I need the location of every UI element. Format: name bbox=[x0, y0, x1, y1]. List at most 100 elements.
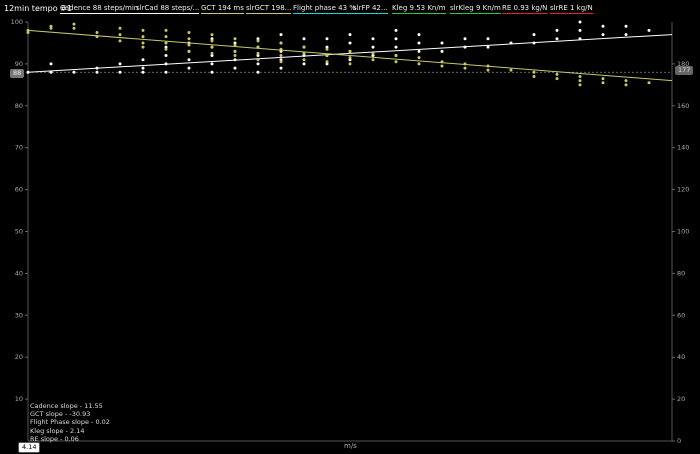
data-point-cadence bbox=[279, 66, 283, 70]
slope-line-re: RE slope - 0.06 bbox=[30, 434, 79, 443]
data-point-gct bbox=[210, 45, 214, 49]
data-point-gct bbox=[233, 43, 237, 47]
data-point-gct bbox=[624, 79, 628, 83]
data-point-cadence bbox=[417, 41, 421, 45]
x-axis-cursor-badge: 4.14 bbox=[18, 442, 41, 453]
data-point-gct bbox=[256, 58, 260, 62]
data-point-cadence bbox=[394, 28, 398, 32]
data-point-gct bbox=[279, 60, 283, 64]
data-point-gct bbox=[348, 56, 352, 60]
data-point-cadence bbox=[371, 45, 375, 49]
data-point-gct bbox=[187, 30, 191, 34]
data-point-gct bbox=[348, 62, 352, 66]
data-point-cadence bbox=[141, 58, 145, 62]
data-point-cadence bbox=[164, 54, 168, 58]
data-point-gct bbox=[164, 35, 168, 39]
data-point-cadence bbox=[164, 70, 168, 74]
data-point-gct bbox=[578, 83, 582, 87]
data-point-cadence bbox=[233, 66, 237, 70]
data-point-cadence bbox=[463, 37, 467, 41]
data-point-gct bbox=[256, 45, 260, 49]
data-point-cadence bbox=[394, 37, 398, 41]
data-point-cadence bbox=[141, 66, 145, 70]
data-point-cadence bbox=[348, 33, 352, 37]
data-point-gct bbox=[256, 39, 260, 43]
data-point-cadence bbox=[210, 70, 214, 74]
data-point-gct bbox=[486, 64, 490, 68]
data-point-gct bbox=[141, 35, 145, 39]
data-point-cadence bbox=[486, 45, 490, 49]
slope-line-flight-phase: Flight Phase slope - 0.02 bbox=[30, 418, 110, 427]
data-point-cadence bbox=[256, 62, 260, 66]
data-point-gct bbox=[555, 77, 559, 81]
right-tick-label: 120 bbox=[677, 186, 689, 194]
data-point-gct bbox=[72, 22, 76, 26]
slope-line-kleg: Kleg slope - 2.14 bbox=[30, 426, 85, 435]
data-point-gct bbox=[371, 51, 375, 55]
data-point-cadence bbox=[417, 33, 421, 37]
data-point-cadence bbox=[555, 28, 559, 32]
right-tick-label: 100 bbox=[677, 228, 689, 236]
data-point-gct bbox=[394, 54, 398, 58]
right-axis-cursor-badge: 177 bbox=[675, 66, 694, 75]
data-point-gct bbox=[647, 81, 651, 85]
data-point-gct bbox=[187, 49, 191, 53]
data-point-cadence bbox=[26, 70, 30, 74]
data-point-gct bbox=[233, 49, 237, 53]
data-point-cadence bbox=[233, 58, 237, 62]
data-point-cadence bbox=[509, 41, 513, 45]
data-point-gct bbox=[187, 37, 191, 41]
data-point-cadence bbox=[440, 49, 444, 53]
data-point-gct bbox=[233, 37, 237, 41]
left-axis-cursor-badge: 88 bbox=[10, 69, 25, 78]
data-point-gct bbox=[210, 51, 214, 55]
data-point-gct bbox=[118, 26, 122, 30]
data-point-gct bbox=[72, 26, 76, 30]
data-point-gct bbox=[210, 39, 214, 43]
data-point-gct bbox=[141, 28, 145, 32]
data-point-cadence bbox=[210, 62, 214, 66]
left-tick-label: 50 bbox=[15, 228, 23, 236]
data-point-gct bbox=[417, 62, 421, 66]
data-point-gct bbox=[325, 54, 329, 58]
slope-line-gct: GCT slope - -30.93 bbox=[30, 410, 91, 419]
data-point-gct bbox=[532, 70, 536, 74]
left-tick-label: 100 bbox=[11, 18, 23, 26]
chart-svg[interactable]: 10 20 30 40 50 60 70 80 90 100 0 20 40 60 80 100 120 140 1… bbox=[0, 0, 700, 454]
left-tick-label: 10 bbox=[15, 395, 23, 403]
data-point-gct bbox=[601, 81, 605, 85]
left-tick-label: 30 bbox=[15, 311, 23, 319]
right-tick-label: 40 bbox=[677, 353, 685, 361]
data-point-cadence bbox=[325, 37, 329, 41]
right-tick-label: 60 bbox=[677, 311, 685, 319]
slope-line-cadence: Cadence slope - 11.55 bbox=[30, 402, 103, 410]
data-point-cadence bbox=[95, 70, 99, 74]
data-point-cadence bbox=[95, 66, 99, 70]
right-tick-label: 20 bbox=[677, 395, 685, 403]
data-point-cadence bbox=[118, 70, 122, 74]
data-point-gct bbox=[118, 33, 122, 37]
left-tick-label: 90 bbox=[15, 60, 23, 68]
left-tick-label: 20 bbox=[15, 353, 23, 361]
right-tick-label: 140 bbox=[677, 144, 689, 152]
data-point-gct bbox=[624, 83, 628, 87]
data-point-cadence bbox=[279, 33, 283, 37]
data-point-cadence bbox=[578, 28, 582, 32]
data-point-gct bbox=[49, 26, 53, 30]
data-point-gct bbox=[302, 51, 306, 55]
data-point-gct bbox=[141, 41, 145, 45]
data-point-gct bbox=[95, 35, 99, 39]
data-point-cadence bbox=[302, 62, 306, 66]
data-point-cadence bbox=[532, 33, 536, 37]
data-point-gct bbox=[26, 28, 30, 32]
data-point-cadence bbox=[164, 62, 168, 66]
data-point-cadence bbox=[187, 58, 191, 62]
data-point-gct bbox=[486, 68, 490, 72]
x-axis-label: m/s bbox=[344, 442, 357, 450]
trend-line-gct bbox=[27, 29, 673, 82]
data-point-gct bbox=[279, 54, 283, 58]
trend-line-cadence bbox=[27, 34, 673, 73]
data-point-gct bbox=[164, 47, 168, 51]
data-point-gct bbox=[532, 74, 536, 78]
left-tick-label: 60 bbox=[15, 186, 23, 194]
